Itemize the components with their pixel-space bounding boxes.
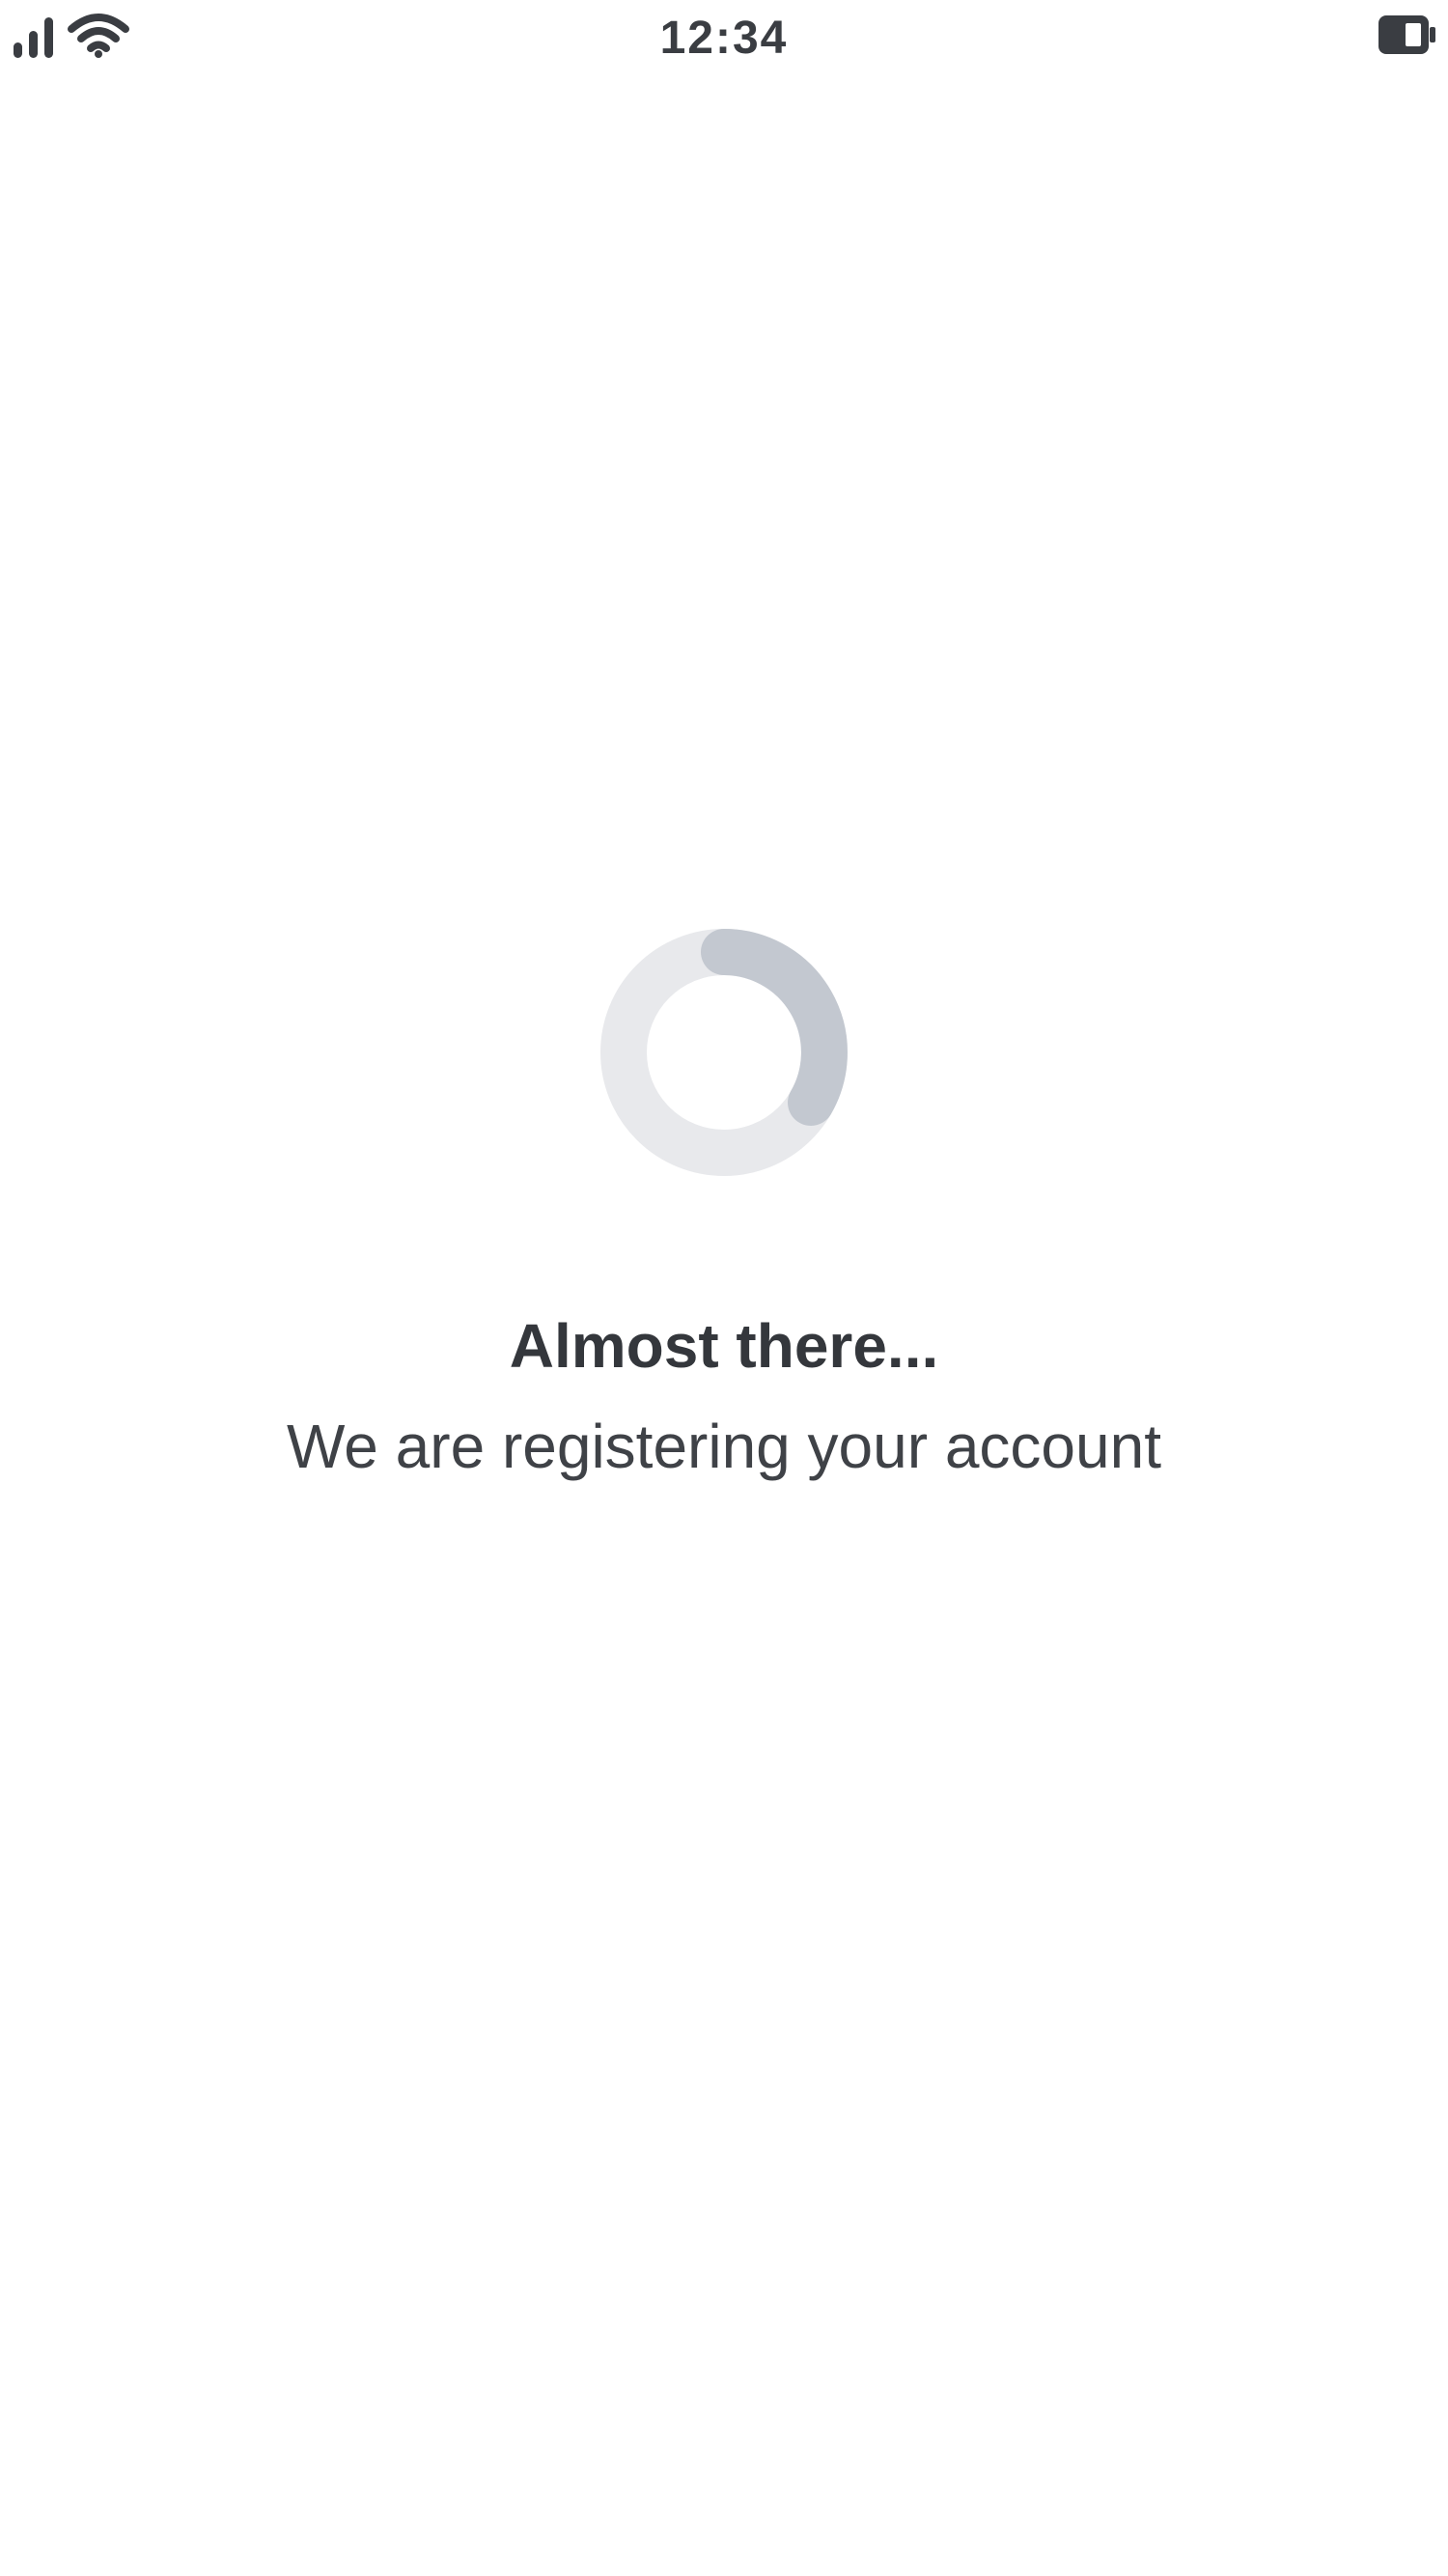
loading-spinner — [599, 927, 849, 1178]
battery-icon — [1378, 15, 1436, 54]
loading-message: We are registering your account — [287, 1412, 1161, 1481]
loading-title: Almost there... — [509, 1311, 939, 1381]
status-bar: 12:34 — [0, 0, 1448, 77]
spinner-arc — [701, 929, 848, 1126]
status-time: 12:34 — [659, 13, 789, 64]
